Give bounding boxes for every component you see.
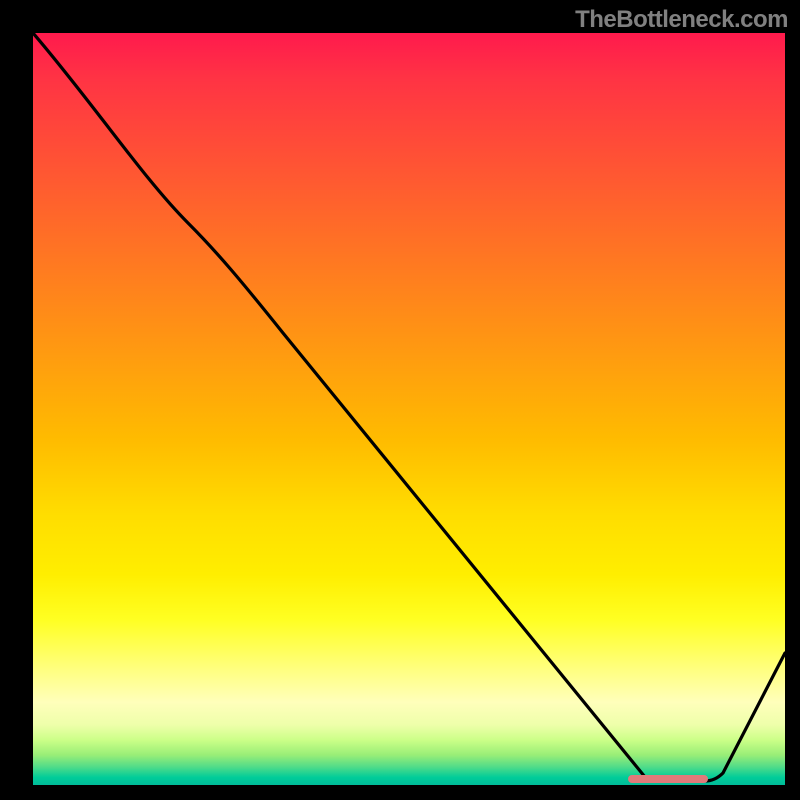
chart-container: TheBottleneck.com [0,0,800,800]
watermark-text: TheBottleneck.com [575,6,788,34]
plot-area [33,33,785,785]
